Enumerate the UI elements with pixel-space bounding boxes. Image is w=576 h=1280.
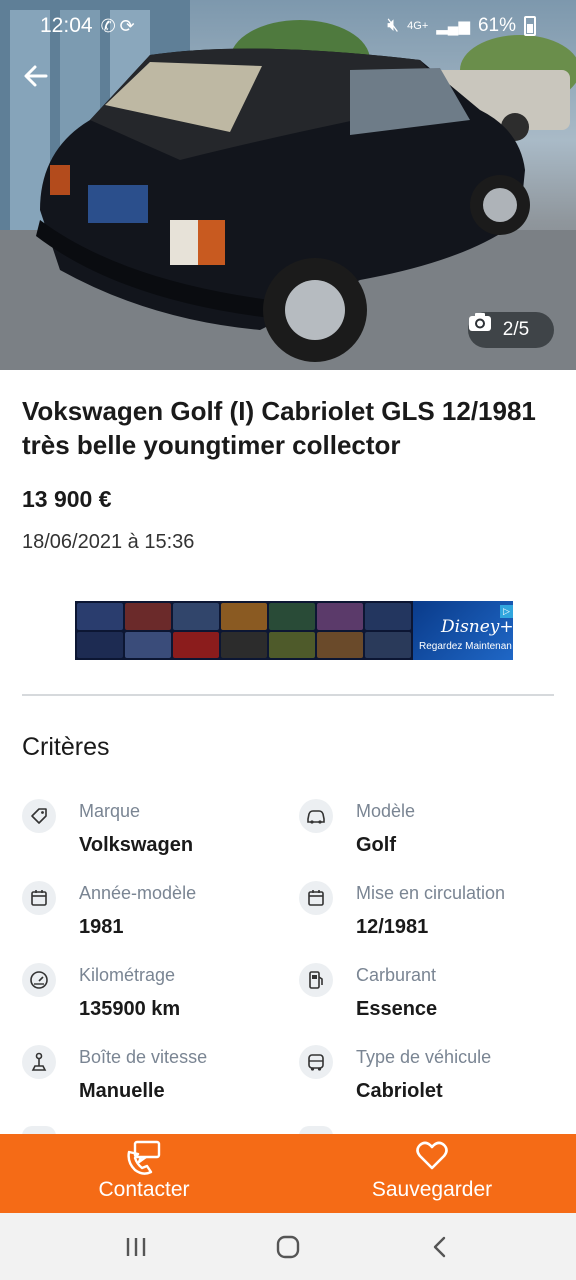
battery-icon (524, 16, 536, 36)
ad-tiles (75, 601, 413, 660)
criterion-vehicle-type: Type de véhicule Cabriolet (299, 1045, 549, 1115)
status-left-icons: ✆ ⟳ (101, 16, 135, 37)
sync-icon: ⟳ (119, 15, 135, 36)
ad-banner[interactable]: Disney+ Regardez Maintenan ▷ (75, 601, 513, 660)
status-time: 12:04 (40, 14, 93, 37)
vehicle-type-icon (299, 1045, 333, 1079)
calendar-icon (22, 881, 56, 915)
heart-icon (415, 1140, 449, 1177)
divider (22, 694, 554, 696)
calendar-icon (299, 881, 333, 915)
criterion-value: Golf (356, 834, 396, 856)
criterion-label: Boîte de vitesse (79, 1047, 208, 1067)
criterion-value: Cabriolet (356, 1080, 443, 1102)
android-nav-bar (0, 1213, 576, 1280)
criterion-value: 12/1981 (356, 916, 429, 938)
criterion-label: Marque (79, 801, 141, 821)
criterion-value: Essence (356, 998, 438, 1020)
criterion-value: 1981 (79, 916, 124, 938)
criterion-value: 135900 km (79, 998, 181, 1020)
recent-apps-icon[interactable] (116, 1227, 156, 1267)
photo-counter[interactable]: 2/5 (468, 312, 554, 348)
back-icon[interactable] (420, 1227, 460, 1267)
status-bar: 12:04 ✆ ⟳ 🔇︎ 4G+ ▂▄▆ 61% (0, 0, 576, 52)
save-label: Sauvegarder (371, 1178, 493, 1201)
criterion-value: Manuelle (79, 1080, 165, 1102)
photo-counter-text: 2/5 (502, 319, 530, 340)
listing-date: 18/06/2021 à 15:36 (22, 531, 195, 553)
listing-price: 13 900 € (22, 486, 112, 512)
car-icon (299, 799, 333, 833)
criterion-fuel: Carburant Essence (299, 963, 549, 1033)
criterion-registration: Mise en circulation 12/1981 (299, 881, 549, 951)
status-right-icons: 🔇︎ 4G+ ▂▄▆ 61% (387, 15, 536, 37)
ad-brand-logo: Disney+ (441, 617, 513, 637)
whatsapp-icon: ✆ (100, 15, 116, 36)
criteria-title: Critères (22, 733, 110, 761)
ad-brand-panel: Disney+ Regardez Maintenan ▷ (413, 601, 513, 660)
criterion-label: Année-modèle (79, 883, 197, 903)
listing-photo[interactable]: 12:04 ✆ ⟳ 🔇︎ 4G+ ▂▄▆ 61% 2/5 (0, 0, 576, 370)
criterion-label: Mise en circulation (356, 883, 506, 903)
criterion-label: Carburant (356, 965, 437, 985)
contact-button[interactable]: Contacter (0, 1134, 288, 1213)
gear-stick-icon (22, 1045, 56, 1079)
criterion-model: Modèle Golf (299, 799, 549, 869)
criterion-value: Volkswagen (79, 834, 194, 856)
speedometer-icon (22, 963, 56, 997)
fuel-pump-icon (299, 963, 333, 997)
back-arrow-icon[interactable] (22, 62, 58, 98)
mute-icon: 🔇︎ (387, 15, 400, 36)
signal-icon: ▂▄▆ (436, 18, 470, 35)
tag-icon (22, 799, 56, 833)
ad-choices-icon[interactable]: ▷ (500, 605, 513, 618)
criterion-gearbox: Boîte de vitesse Manuelle (22, 1045, 272, 1115)
criterion-label: Type de véhicule (356, 1047, 492, 1067)
criterion-label: Kilométrage (79, 965, 176, 985)
criterion-label: Modèle (356, 801, 416, 821)
criterion-brand: Marque Volkswagen (22, 799, 272, 869)
home-icon[interactable] (268, 1227, 308, 1267)
ad-cta: Regardez Maintenan (419, 641, 512, 652)
listing-title: Vokswagen Golf (I) Cabriolet GLS 12/1981… (22, 396, 536, 460)
criterion-model-year: Année-modèle 1981 (22, 881, 272, 951)
contact-label: Contacter (98, 1178, 190, 1201)
phone-chat-icon (125, 1140, 163, 1181)
bottom-action-bar: Contacter Sauvegarder (0, 1134, 576, 1213)
save-button[interactable]: Sauvegarder (288, 1134, 576, 1213)
criterion-mileage: Kilométrage 135900 km (22, 963, 272, 1033)
battery-percent: 61% (477, 15, 516, 36)
network-label: 4G+ (407, 20, 429, 32)
